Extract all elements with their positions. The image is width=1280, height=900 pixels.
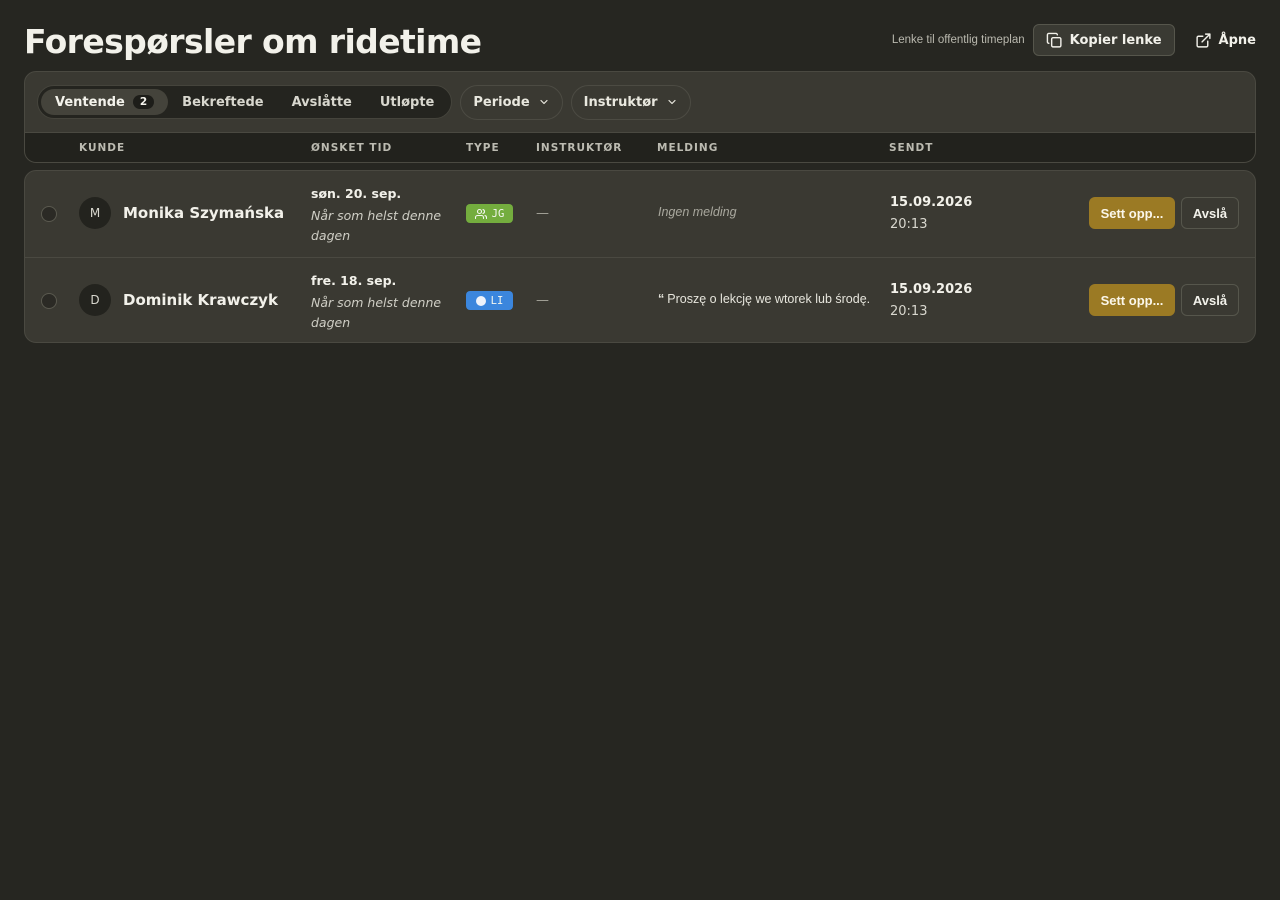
status-tabs: Ventende 2 Bekreftede Avslåtte Utløpte — [37, 85, 453, 119]
requested-time-note: Når som helst denne dagen — [311, 208, 442, 243]
requested-date: fre. 18. sep. — [311, 273, 397, 288]
copy-link-label: Kopier lenke — [1069, 32, 1162, 48]
instructor-filter-label: Instruktør — [583, 94, 658, 110]
header-actions: Lenke til offentlig timeplan Kopier lenk… — [892, 24, 1256, 56]
sent-date: 15.09.2026 — [890, 195, 973, 210]
circle-icon — [475, 295, 486, 306]
instructor-dropdown[interactable]: Instruktør — [570, 84, 691, 120]
tab-pending-label: Ventende — [55, 94, 125, 110]
quote-icon: “ — [658, 292, 665, 306]
public-link-label: Lenke til offentlig timeplan — [891, 34, 1025, 46]
requests-table: M Monika Szymańska søn. 20. sep. Når som… — [24, 170, 1256, 343]
requested-time-note: Når som helst denne dagen — [311, 295, 442, 330]
tab-expired[interactable]: Utløpte — [366, 89, 449, 115]
chevron-down-icon — [666, 96, 678, 108]
open-label: Åpne — [1218, 32, 1256, 48]
copy-link-button[interactable]: Kopier lenke — [1032, 24, 1175, 56]
chevron-down-icon — [538, 96, 550, 108]
instructor-value: — — [536, 206, 549, 221]
table-row: M Monika Szymańska søn. 20. sep. Når som… — [25, 171, 1255, 257]
copy-icon — [1046, 32, 1063, 49]
filter-bar: Ventende 2 Bekreftede Avslåtte Utløpte P… — [25, 72, 1255, 132]
table-header: KUNDE ØNSKET TID TYPE INSTRUKTØR MELDING… — [25, 132, 1255, 162]
open-button[interactable]: Åpne — [1183, 24, 1256, 56]
type-code: JG — [491, 207, 505, 220]
message-text: Proszę o lekcję we wtorek lub środę. — [667, 292, 871, 306]
page-title: Forespørsler om ridetime — [24, 22, 482, 61]
message-text: Ingen melding — [658, 205, 737, 219]
period-dropdown[interactable]: Periode — [460, 84, 563, 120]
avatar: D — [79, 284, 111, 316]
avatar: M — [79, 197, 111, 229]
row-select-checkbox[interactable] — [41, 293, 57, 309]
sent-date: 15.09.2026 — [890, 282, 973, 297]
requested-date: søn. 20. sep. — [311, 186, 402, 201]
sent-time: 20:13 — [890, 217, 928, 232]
table-row: D Dominik Krawczyk fre. 18. sep. Når som… — [25, 257, 1255, 342]
external-link-icon — [1195, 32, 1212, 49]
customer-name: Monika Szymańska — [123, 204, 285, 222]
tab-confirmed[interactable]: Bekreftede — [168, 89, 277, 115]
type-badge: JG — [466, 204, 513, 223]
message-content: “Proszę o lekcję we wtorek lub środę. — [658, 292, 870, 306]
column-header-customer[interactable]: KUNDE — [79, 142, 125, 154]
row-select-checkbox[interactable] — [41, 206, 57, 222]
type-badge: LI — [466, 291, 513, 310]
column-header-instructor[interactable]: INSTRUKTØR — [536, 142, 622, 154]
column-header-type[interactable]: TYPE — [466, 142, 500, 154]
filter-panel: Ventende 2 Bekreftede Avslåtte Utløpte P… — [24, 71, 1256, 163]
pending-count-badge: 2 — [132, 95, 155, 109]
column-header-message[interactable]: MELDING — [657, 142, 718, 154]
tab-rejected[interactable]: Avslåtte — [278, 89, 366, 115]
period-label: Periode — [473, 94, 530, 110]
tab-pending[interactable]: Ventende 2 — [41, 89, 169, 115]
setup-button[interactable]: Sett opp... — [1089, 284, 1175, 316]
column-header-requested-time[interactable]: ØNSKET TID — [311, 142, 392, 154]
setup-button[interactable]: Sett opp... — [1089, 197, 1175, 229]
type-code: LI — [490, 294, 504, 307]
reject-button[interactable]: Avslå — [1181, 197, 1239, 229]
customer-name: Dominik Krawczyk — [123, 291, 278, 309]
sent-time: 20:13 — [890, 304, 928, 319]
reject-button[interactable]: Avslå — [1181, 284, 1239, 316]
users-icon — [474, 208, 487, 220]
instructor-value: — — [536, 293, 549, 308]
column-header-sent[interactable]: SENDT — [889, 142, 933, 154]
